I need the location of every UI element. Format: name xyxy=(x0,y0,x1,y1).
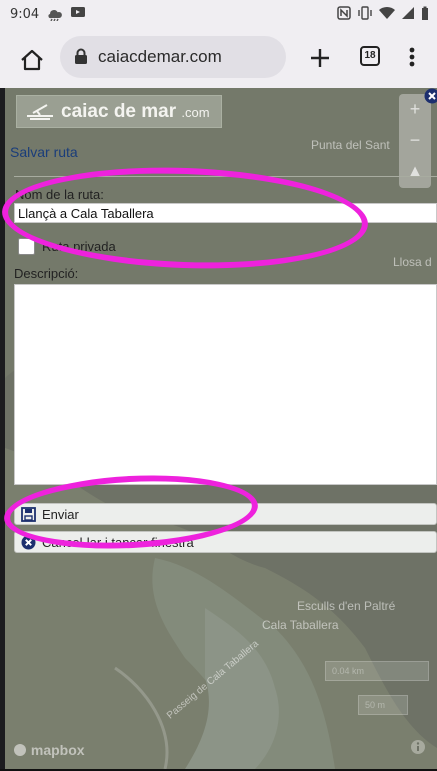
new-tab-icon[interactable] xyxy=(306,44,334,72)
kayak-icon xyxy=(27,104,53,120)
description-textarea[interactable] xyxy=(14,284,437,485)
close-icon[interactable] xyxy=(424,88,437,104)
battery-icon xyxy=(422,6,428,20)
wifi-icon xyxy=(379,6,395,20)
phone-screen: 9:04 caiacdemar.com 18 Punta del Sant Ll… xyxy=(0,0,437,771)
description-label: Descripció: xyxy=(14,266,79,281)
site-logo: caiac de mar .com xyxy=(16,95,222,128)
status-time: 9:04 xyxy=(10,7,40,22)
signal-icon xyxy=(402,7,414,19)
overflow-menu-icon[interactable] xyxy=(404,42,420,72)
weather-icon xyxy=(48,10,62,21)
nfc-icon xyxy=(337,6,351,20)
tab-switcher-button[interactable]: 18 xyxy=(360,46,380,66)
logo-suffix: .com xyxy=(181,105,210,120)
lock-icon xyxy=(75,48,87,64)
url-text: caiacdemar.com xyxy=(98,47,222,66)
status-icons-left xyxy=(46,5,86,21)
panel-title: Salvar ruta xyxy=(10,144,78,160)
notification-icon xyxy=(71,7,85,17)
status-icons-right xyxy=(337,6,429,20)
status-bar: 9:04 xyxy=(0,0,437,30)
logo-text: caiac de mar xyxy=(61,101,177,122)
browser-toolbar: caiacdemar.com 18 xyxy=(0,30,437,88)
vibrate-icon xyxy=(358,6,372,20)
home-icon[interactable] xyxy=(18,46,46,74)
address-bar[interactable]: caiacdemar.com xyxy=(60,36,286,78)
